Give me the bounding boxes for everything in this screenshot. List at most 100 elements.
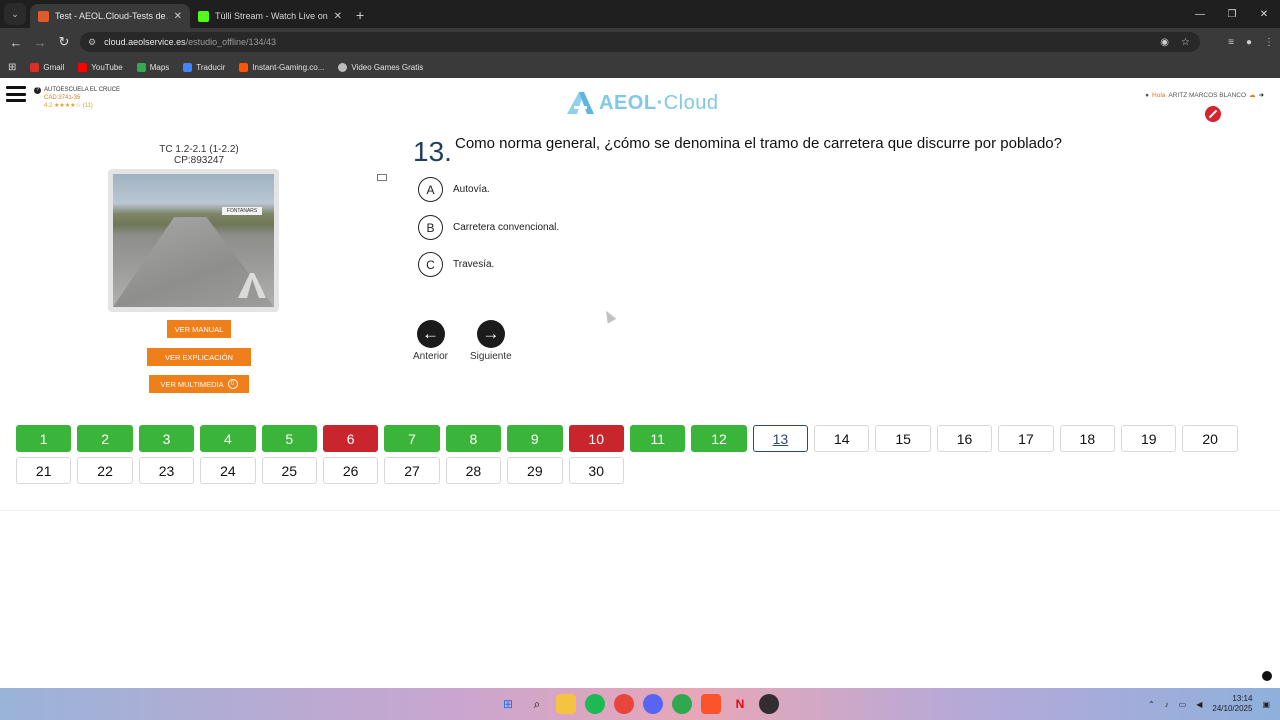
spotify-icon[interactable] (585, 694, 605, 714)
back-icon[interactable]: ← (4, 35, 28, 50)
bookmark-video-games[interactable]: Video Games Gratis (338, 62, 423, 72)
tab-kick[interactable]: Tülli Stream - Watch Live on Kic ✕ (190, 4, 350, 28)
system-clock[interactable]: 13:14 24/10/2025 (1212, 694, 1252, 714)
view-multimedia-button[interactable]: VER MULTIMEDIA 0 (149, 375, 249, 393)
question-nav-item[interactable]: 18 (1059, 425, 1116, 452)
bookmark-translate[interactable]: Traducir (183, 62, 225, 72)
new-tab-icon[interactable]: + (356, 7, 364, 23)
help-icon[interactable]: ? (34, 87, 41, 94)
network-icon[interactable]: ▭ (1179, 700, 1187, 709)
question-nav-item[interactable]: 20 (1182, 425, 1238, 452)
microphone-icon[interactable]: ♪ (1165, 700, 1169, 709)
apps-grid-icon[interactable]: ⊞ (8, 62, 16, 73)
bookmark-label: Instant-Gaming.co... (252, 62, 325, 72)
previous-question-button[interactable]: ← Anterior (413, 320, 448, 362)
browser-toolbar: ← → ↻ ⚙ cloud.aeolservice.es/estudio_off… (0, 28, 1280, 56)
bookmark-maps[interactable]: Maps (136, 62, 170, 72)
obs-icon[interactable] (759, 694, 779, 714)
bookmark-label: YouTube (91, 62, 123, 72)
view-explanation-button[interactable]: VER EXPLICACIÓN (147, 348, 251, 366)
question-nav-item[interactable]: 13 (752, 425, 809, 452)
question-nav-item[interactable]: 21 (16, 457, 72, 484)
question-nav-item[interactable]: 1 (16, 425, 72, 452)
search-icon[interactable]: ⌕ (527, 694, 547, 714)
next-question-button[interactable]: → Siguiente (470, 320, 512, 362)
chrome-icon[interactable] (614, 694, 634, 714)
site-info-icon[interactable]: ⚙ (88, 37, 96, 48)
discord-icon[interactable] (643, 694, 663, 714)
forward-icon[interactable]: → (28, 35, 52, 50)
profile-avatar[interactable]: ● (1246, 37, 1252, 48)
question-nav-item[interactable]: 30 (568, 457, 624, 484)
url-host: cloud.aeolservice.es (104, 37, 186, 47)
question-nav-item[interactable]: 10 (568, 425, 624, 452)
question-nav-item[interactable]: 16 (936, 425, 993, 452)
question-nav-item[interactable]: 29 (507, 457, 563, 484)
reference-cp: CP:893247 (173, 155, 225, 166)
question-nav-item[interactable]: 8 (445, 425, 502, 452)
file-explorer-icon[interactable] (556, 694, 576, 714)
keyboard-icon[interactable] (377, 174, 387, 181)
question-road-photo: FONTANARS (113, 174, 274, 307)
question-nav-item[interactable]: 2 (77, 425, 133, 452)
question-nav-item[interactable]: 26 (322, 457, 379, 484)
media-control-icon[interactable]: ≡ (1228, 37, 1234, 48)
question-nav-item[interactable]: 24 (200, 457, 256, 484)
tab-title: Tülli Stream - Watch Live on Kic (215, 11, 328, 21)
translate-icon (183, 62, 193, 72)
bookmark-youtube[interactable]: YouTube (78, 62, 123, 72)
youtube-icon (78, 62, 88, 72)
hamburger-menu-icon[interactable] (6, 86, 26, 102)
question-nav-item[interactable]: 15 (875, 425, 931, 452)
brave-icon[interactable] (701, 694, 721, 714)
logout-icon[interactable]: ➜ (1259, 91, 1264, 99)
bookmark-label: Maps (149, 62, 170, 72)
question-nav-item[interactable]: 25 (261, 457, 317, 484)
question-nav-item[interactable]: 14 (814, 425, 870, 452)
volume-icon[interactable]: ◀ (1196, 700, 1202, 709)
minimize-icon[interactable]: — (1184, 0, 1216, 28)
question-nav-item[interactable]: 23 (138, 457, 195, 484)
disable-images-icon[interactable] (1205, 106, 1221, 122)
tab-search-button[interactable]: ⌄ (4, 3, 26, 25)
question-nav-item[interactable]: 12 (691, 425, 747, 452)
settings-corner-icon[interactable] (1262, 671, 1272, 681)
eye-off-icon[interactable]: ◉ (1160, 37, 1169, 48)
bookmark-instant-gaming[interactable]: Instant-Gaming.co... (239, 62, 325, 72)
question-nav-item[interactable]: 9 (507, 425, 563, 452)
view-manual-button[interactable]: VER MANUAL (167, 320, 231, 338)
maximize-icon[interactable]: ❐ (1216, 0, 1248, 28)
reload-icon[interactable]: ↻ (52, 34, 76, 50)
previous-label: Anterior (413, 351, 449, 362)
gmail-icon (30, 62, 40, 72)
windows-start-icon[interactable]: ⊞ (498, 694, 518, 714)
menu-dots-icon[interactable]: ⋮ (1264, 37, 1274, 48)
answer-option-b[interactable]: B Carretera convencional. (418, 215, 559, 240)
question-nav-item[interactable]: 22 (77, 457, 133, 484)
close-tab-icon[interactable]: ✕ (174, 11, 182, 22)
close-tab-icon[interactable]: ✕ (334, 11, 342, 22)
bookmark-gmail[interactable]: Gmail (30, 62, 64, 72)
question-nav-item[interactable]: 11 (629, 425, 686, 452)
aeol-cloud-logo[interactable]: AEOL·Cloud (565, 90, 719, 116)
question-nav-item[interactable]: 27 (384, 457, 440, 484)
answer-option-c[interactable]: C Travesía. (418, 252, 494, 277)
question-nav-item[interactable]: 17 (998, 425, 1054, 452)
netflix-icon[interactable]: N (730, 694, 750, 714)
question-nav-item[interactable]: 6 (322, 425, 379, 452)
question-nav-item[interactable]: 19 (1121, 425, 1177, 452)
close-window-icon[interactable]: ✕ (1248, 0, 1280, 28)
question-nav-item[interactable]: 5 (261, 425, 317, 452)
tray-chevron-icon[interactable]: ⌃ (1148, 700, 1155, 709)
tab-title: Test - AEOL.Cloud-Tests de Aut (55, 11, 168, 21)
notifications-icon[interactable]: ▣ (1262, 700, 1270, 709)
bookmark-star-icon[interactable]: ☆ (1181, 37, 1190, 48)
app-icon[interactable] (672, 694, 692, 714)
address-bar[interactable]: ⚙ cloud.aeolservice.es/estudio_offline/1… (80, 32, 1200, 52)
answer-option-a[interactable]: A Autovía. (418, 177, 490, 202)
tab-aeol[interactable]: Test - AEOL.Cloud-Tests de Aut ✕ (30, 4, 190, 28)
question-nav-item[interactable]: 3 (138, 425, 195, 452)
question-nav-item[interactable]: 7 (384, 425, 440, 452)
question-nav-item[interactable]: 28 (445, 457, 502, 484)
question-nav-item[interactable]: 4 (200, 425, 256, 452)
